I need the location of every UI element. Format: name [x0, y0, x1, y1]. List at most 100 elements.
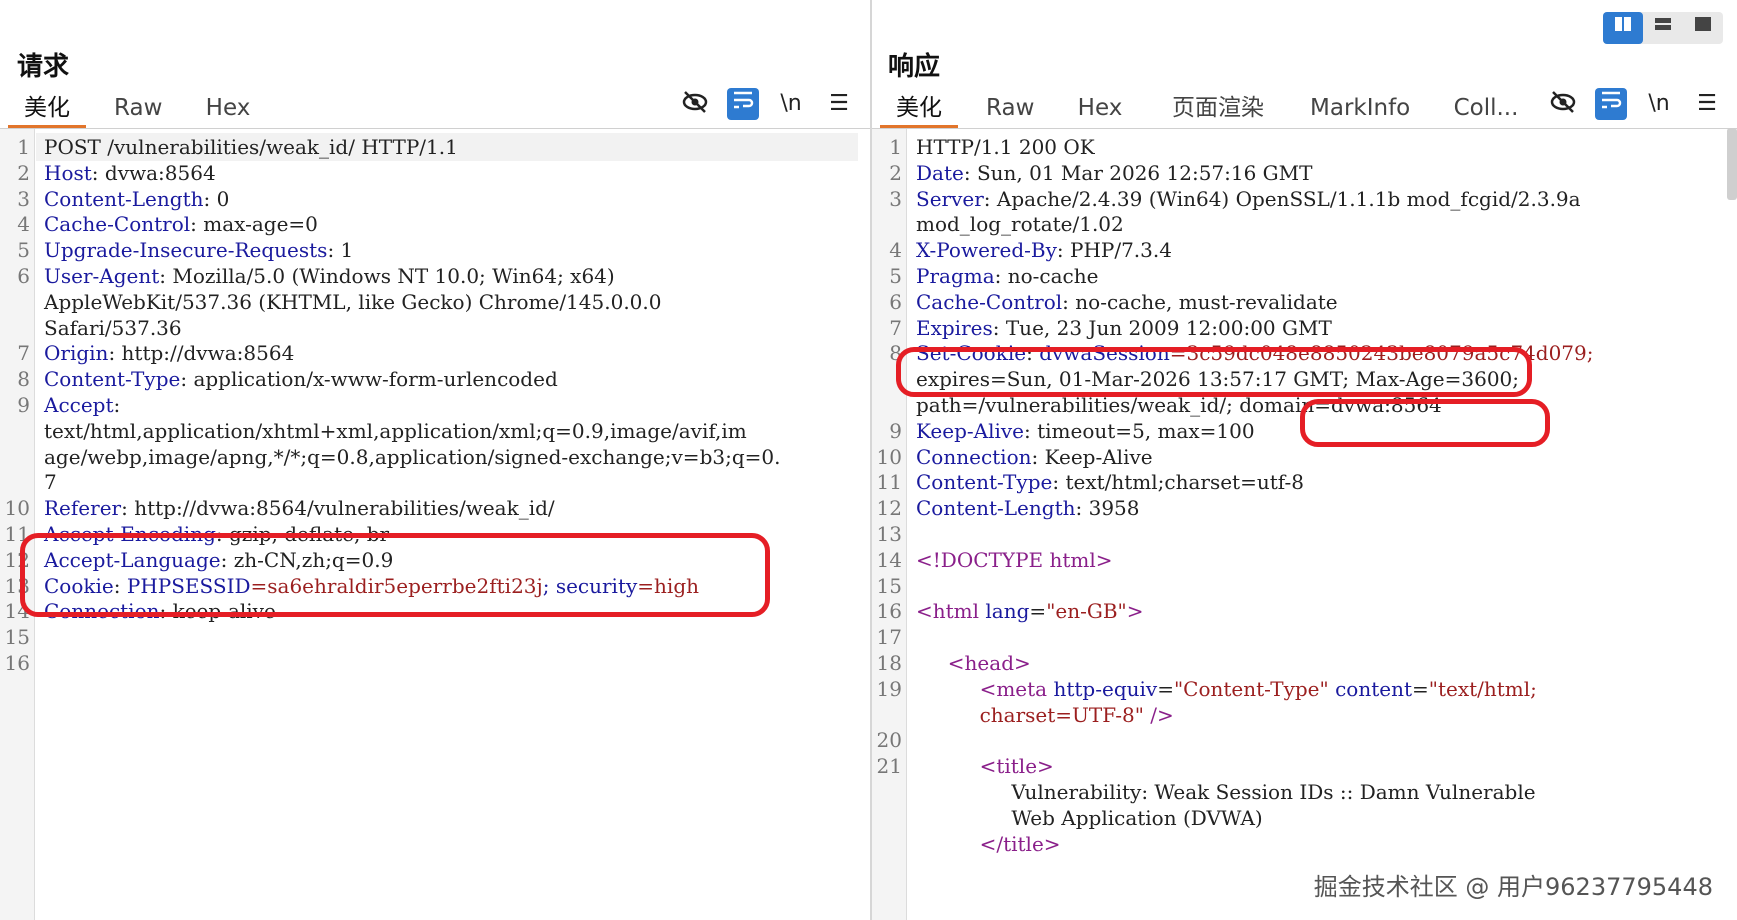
header-value: mod_log_rotate/1.02 — [916, 212, 1124, 237]
tab-raw[interactable]: Raw — [98, 92, 178, 128]
line-number: 1 — [889, 135, 902, 159]
line-number: 19 — [876, 676, 902, 701]
word-wrap-icon[interactable] — [727, 88, 759, 120]
line-text: 7 — [44, 468, 862, 497]
line-number: 3 — [17, 186, 30, 211]
header-value: : http://dvwa:8564 — [108, 341, 295, 366]
code-line: 10 Connection: Keep-Alive — [872, 443, 1737, 469]
line-number: 7 — [17, 341, 30, 366]
code-line: 15 — [872, 572, 1737, 598]
code-line: 15 — [0, 623, 870, 649]
header-name: Content-Length — [916, 496, 1076, 521]
html-token — [916, 651, 948, 675]
code-line: 13 — [872, 520, 1737, 546]
vertical-scrollbar[interactable] — [1727, 128, 1737, 200]
request-editor[interactable]: 1 POST /vulnerabilities/weak_id/ HTTP/1.1… — [0, 128, 870, 920]
line-text: Content-Type: application/x-www-form-url… — [44, 365, 862, 394]
line-text: Origin: http://dvwa:8564 — [44, 339, 862, 368]
code-line: 2 Host: dvwa:8564 — [0, 159, 870, 185]
code-line: 9 Accept: — [0, 391, 870, 417]
line-text: Server: Apache/2.4.39 (Win64) OpenSSL/1.… — [916, 185, 1729, 214]
tab-pretty[interactable]: 美化 — [880, 92, 958, 128]
line-number: 16 — [4, 650, 30, 675]
code-line: 19 <meta http-equiv="Content-Type" conte… — [872, 675, 1737, 701]
set-cookie-highlight-box — [896, 347, 1532, 397]
header-name: X-Powered-By — [916, 238, 1057, 263]
line-number: 5 — [889, 263, 902, 288]
line-text: Cache-Control: no-cache, must-revalidate — [916, 288, 1729, 317]
header-name: Referer — [44, 496, 122, 521]
cookie-highlight-box — [20, 533, 770, 617]
html-token: <html — [916, 599, 980, 624]
response-editor[interactable]: 1 HTTP/1.1 200 OK 2 Date: Sun, 01 Mar 2026 … — [872, 128, 1737, 920]
tab-collaborator[interactable]: Coll... — [1436, 92, 1536, 128]
header-name: Pragma — [916, 263, 995, 288]
header-value: : text/html;charset=utf-8 — [1052, 470, 1304, 495]
newline-toggle[interactable]: \n — [1643, 88, 1675, 120]
header-value: : — [113, 392, 121, 417]
word-wrap-icon[interactable] — [1595, 88, 1627, 120]
html-token: "text/html; — [1428, 676, 1537, 701]
html-token: http-equiv — [1047, 676, 1158, 701]
html-token: charset=UTF-8" — [979, 702, 1144, 727]
single-pane-button[interactable] — [1683, 12, 1723, 44]
code-line: 14 <!DOCTYPE html> — [872, 546, 1737, 572]
split-horizontal-button[interactable] — [1603, 12, 1643, 44]
tab-raw[interactable]: Raw — [970, 92, 1050, 128]
line-text: Date: Sun, 01 Mar 2026 12:57:16 GMT — [916, 159, 1729, 188]
header-value: : no-cache, must-revalidate — [1062, 289, 1338, 314]
tab-hex[interactable]: Hex — [1060, 92, 1140, 128]
code-line: AppleWebKit/537.36 (KHTML, like Gecko) C… — [0, 288, 870, 314]
code-line: 5 Upgrade-Insecure-Requests: 1 — [0, 236, 870, 262]
code-line: 4 X-Powered-By: PHP/7.3.4 — [872, 236, 1737, 262]
menu-icon[interactable]: ☰ — [823, 88, 855, 120]
header-name: Expires — [916, 315, 993, 340]
code-line: 1 HTTP/1.1 200 OK — [872, 133, 1737, 159]
line-number: 8 — [17, 367, 30, 392]
code-line: Web Application (DVWA) — [872, 804, 1737, 830]
hide-nonprintable-icon[interactable] — [679, 88, 711, 120]
code-line: 6 Cache-Control: no-cache, must-revalidat… — [872, 288, 1737, 314]
tab-markinfo[interactable]: MarkInfo — [1294, 92, 1422, 128]
response-code[interactable]: 1 HTTP/1.1 200 OK 2 Date: Sun, 01 Mar 2026 … — [872, 133, 1737, 856]
tab-hex[interactable]: Hex — [188, 92, 268, 128]
line-number: 2 — [17, 160, 30, 185]
header-name: Cache-Control — [916, 289, 1063, 314]
code-line: 17 — [872, 623, 1737, 649]
code-line: 16 — [0, 649, 870, 675]
html-token: = — [1412, 676, 1429, 701]
header-name: Content-Type — [916, 470, 1053, 495]
line-number: 6 — [17, 263, 30, 288]
split-vertical-button[interactable] — [1643, 12, 1683, 44]
html-token: = — [1157, 676, 1174, 701]
line-number: 2 — [889, 160, 902, 185]
tab-render[interactable]: 页面渲染 — [1156, 92, 1280, 128]
header-value: 7 — [44, 470, 57, 495]
line-text: </title> — [916, 830, 1729, 859]
code-line: 18 <head> — [872, 649, 1737, 675]
newline-toggle[interactable]: \n — [775, 88, 807, 120]
html-token: /> — [1150, 702, 1174, 727]
hide-nonprintable-icon[interactable] — [1547, 88, 1579, 120]
line-text: Referer: http://dvwa:8564/vulnerabilitie… — [44, 494, 862, 523]
line-number: 10 — [4, 496, 30, 521]
line-text: <html lang="en-GB"> — [916, 597, 1729, 626]
line-number: 1 — [17, 135, 30, 159]
code-line: 4 Cache-Control: max-age=0 — [0, 210, 870, 236]
tab-pretty[interactable]: 美化 — [8, 92, 86, 128]
line-text: Upgrade-Insecure-Requests: 1 — [44, 236, 862, 265]
header-value: : Mozilla/5.0 (Windows NT 10.0; Win64; x… — [159, 263, 615, 288]
html-token: content — [1328, 676, 1412, 701]
response-panel: 响应 美化 Raw Hex 页面渲染 MarkInfo Coll... \n ☰… — [872, 0, 1737, 920]
line-number: 10 — [876, 444, 902, 469]
code-line: 6 User-Agent: Mozilla/5.0 (Windows NT 10.… — [0, 262, 870, 288]
line-text: Safari/537.36 — [44, 314, 862, 343]
line-number: 17 — [876, 625, 902, 650]
menu-icon[interactable]: ☰ — [1691, 88, 1723, 120]
code-line: 8 Content-Type: application/x-www-form-ur… — [0, 365, 870, 391]
code-line: 21 <title> — [872, 752, 1737, 778]
line-number: 11 — [876, 470, 902, 495]
line-text: mod_log_rotate/1.02 — [916, 210, 1729, 239]
line-text: Content-Length: 3958 — [916, 494, 1729, 523]
html-token — [916, 832, 980, 856]
